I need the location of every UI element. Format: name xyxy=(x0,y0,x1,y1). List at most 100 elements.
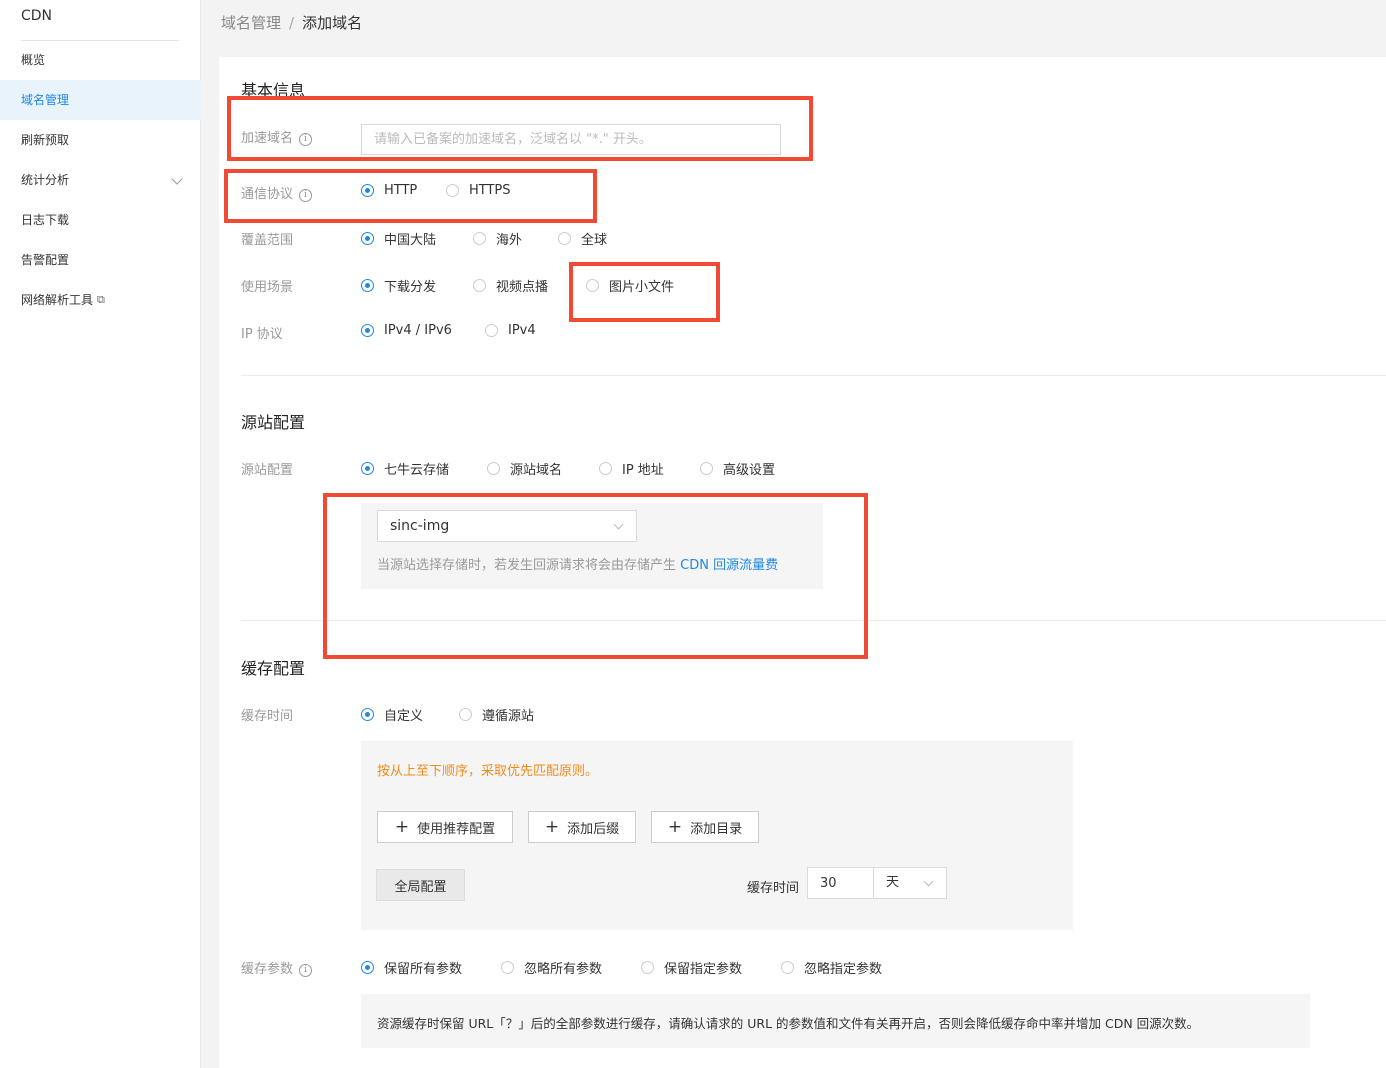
section-divider xyxy=(241,620,1386,621)
radio-label: 海外 xyxy=(496,233,523,248)
radio-origin-advanced[interactable]: 高级设置 xyxy=(700,459,775,478)
radio-scene-download[interactable]: 下载分发 xyxy=(361,276,436,295)
sidebar-title: CDN xyxy=(21,8,53,24)
radio-coverage-overseas[interactable]: 海外 xyxy=(473,229,522,248)
radio-cache-custom[interactable]: 自定义 xyxy=(361,705,423,724)
section-title-basic: 基本信息 xyxy=(241,81,306,100)
radio-label: 忽略所有参数 xyxy=(524,962,603,977)
radio-label: HTTP xyxy=(384,183,418,198)
radio-label: IPv4 / IPv6 xyxy=(384,323,452,338)
radio-label: 忽略指定参数 xyxy=(804,962,883,977)
radio-dot xyxy=(599,462,612,475)
radio-https[interactable]: HTTPS xyxy=(446,183,511,198)
radio-dot xyxy=(446,184,459,197)
button-label: 使用推荐配置 xyxy=(417,821,496,837)
radio-label: 源站域名 xyxy=(510,463,563,478)
origin-note: 当源站选择存储时，若发生回源请求将会由存储产生 CDN 回源流量费 xyxy=(377,554,778,573)
origin-fee-link[interactable]: CDN 回源流量费 xyxy=(680,558,778,573)
radio-dot xyxy=(586,279,599,292)
cache-param-label-text: 缓存参数 xyxy=(241,962,294,977)
breadcrumb-current: 添加域名 xyxy=(302,14,363,32)
main-panel: 基本信息 加速域名 i 通信协议 i HTTP HTTPS 覆盖范围 中国大陆 海外… xyxy=(219,57,1386,1068)
protocol-label: 通信协议 i xyxy=(241,183,313,202)
radio-dot xyxy=(361,462,374,475)
radio-cache-follow-origin[interactable]: 遵循源站 xyxy=(459,705,534,724)
sidebar-item-statistics[interactable]: 统计分析 xyxy=(0,160,201,200)
button-label: 添加后缀 xyxy=(567,821,620,837)
add-directory-button[interactable]: + 添加目录 xyxy=(651,811,759,843)
bucket-select[interactable]: sinc-img xyxy=(377,510,637,542)
section-title-cache: 缓存配置 xyxy=(241,659,306,678)
radio-dot xyxy=(501,961,514,974)
cache-rule-note: 按从上至下顺序，采取优先匹配原则。 xyxy=(377,764,599,779)
cache-param-label: 缓存参数 i xyxy=(241,958,313,977)
radio-scene-vod[interactable]: 视频点播 xyxy=(473,276,548,295)
sidebar-item-alert-config[interactable]: 告警配置 xyxy=(0,240,201,280)
cache-time-unit-select[interactable]: 天 xyxy=(873,867,947,899)
section-title-origin: 源站配置 xyxy=(241,413,306,432)
cache-param-description: 资源缓存时保留 URL「？」后的全部参数进行缓存，请确认请求的 URL 的参数值… xyxy=(377,1016,1200,1031)
domain-label-text: 加速域名 xyxy=(241,131,294,146)
radio-label: 保留指定参数 xyxy=(664,962,743,977)
radio-param-ignore-specified[interactable]: 忽略指定参数 xyxy=(781,958,882,977)
radio-dot xyxy=(361,324,374,337)
origin-label: 源站配置 xyxy=(241,463,294,478)
sidebar-item-overview[interactable]: 概览 xyxy=(0,40,201,80)
radio-label: IPv4 xyxy=(508,323,536,338)
radio-label: 七牛云存储 xyxy=(384,463,450,478)
info-icon[interactable]: i xyxy=(299,189,313,202)
chevron-down-icon xyxy=(613,519,624,530)
section-divider xyxy=(241,375,1386,376)
radio-ipv4-ipv6[interactable]: IPv4 / IPv6 xyxy=(361,323,452,338)
radio-dot xyxy=(781,961,794,974)
sidebar-item-domain-management[interactable]: 域名管理 xyxy=(0,80,201,120)
domain-input[interactable] xyxy=(361,124,781,155)
radio-label: IP 地址 xyxy=(622,463,664,478)
radio-param-keep-specified[interactable]: 保留指定参数 xyxy=(641,958,742,977)
radio-dot xyxy=(361,184,374,197)
protocol-label-text: 通信协议 xyxy=(241,187,294,202)
radio-origin-qiniu[interactable]: 七牛云存储 xyxy=(361,459,449,478)
add-suffix-button[interactable]: + 添加后缀 xyxy=(528,811,636,843)
radio-ipv4[interactable]: IPv4 xyxy=(485,323,536,338)
cache-time-label: 缓存时间 xyxy=(241,709,294,724)
radio-dot xyxy=(487,462,500,475)
radio-scene-small-files[interactable]: 图片小文件 xyxy=(586,276,674,295)
button-label: 全局配置 xyxy=(394,879,447,895)
origin-note-text: 当源站选择存储时，若发生回源请求将会由存储产生 xyxy=(377,558,681,573)
radio-param-ignore-all[interactable]: 忽略所有参数 xyxy=(501,958,602,977)
radio-label: 遵循源站 xyxy=(482,709,535,724)
plus-icon: + xyxy=(394,816,410,837)
radio-label: 下载分发 xyxy=(384,280,437,295)
scene-label: 使用场景 xyxy=(241,280,294,295)
info-icon[interactable]: i xyxy=(299,133,313,146)
global-config-button[interactable]: 全局配置 xyxy=(376,869,465,901)
sidebar-item-log-download[interactable]: 日志下载 xyxy=(0,200,201,240)
breadcrumb-parent[interactable]: 域名管理 xyxy=(221,14,281,32)
radio-dot xyxy=(361,279,374,292)
radio-origin-domain[interactable]: 源站域名 xyxy=(487,459,562,478)
coverage-label: 覆盖范围 xyxy=(241,233,294,248)
radio-dot xyxy=(459,708,472,721)
radio-dot xyxy=(558,232,571,245)
radio-http[interactable]: HTTP xyxy=(361,183,417,198)
sidebar: CDN 概览 域名管理 刷新预取 统计分析 日志下载 告警配置 网络解析工具 ⧉ xyxy=(0,0,201,1068)
chevron-down-icon xyxy=(923,876,934,887)
radio-dot xyxy=(700,462,713,475)
radio-dot xyxy=(361,232,374,245)
use-recommended-config-button[interactable]: + 使用推荐配置 xyxy=(377,811,513,843)
radio-dot xyxy=(361,961,374,974)
radio-coverage-global[interactable]: 全球 xyxy=(558,229,607,248)
global-cache-time-label: 缓存时间 xyxy=(747,881,800,896)
breadcrumb-separator: / xyxy=(289,14,295,32)
radio-origin-ip[interactable]: IP 地址 xyxy=(599,459,664,478)
sidebar-item-refresh-prefetch[interactable]: 刷新预取 xyxy=(0,120,201,160)
sidebar-item-label: 网络解析工具 xyxy=(21,293,94,307)
radio-coverage-mainland[interactable]: 中国大陆 xyxy=(361,229,436,248)
radio-param-keep-all[interactable]: 保留所有参数 xyxy=(361,958,462,977)
info-icon[interactable]: i xyxy=(299,964,313,977)
radio-dot xyxy=(361,708,374,721)
radio-label: 全球 xyxy=(581,233,608,248)
sidebar-item-dns-tool[interactable]: 网络解析工具 ⧉ xyxy=(0,280,201,320)
cache-time-input[interactable] xyxy=(807,867,874,899)
